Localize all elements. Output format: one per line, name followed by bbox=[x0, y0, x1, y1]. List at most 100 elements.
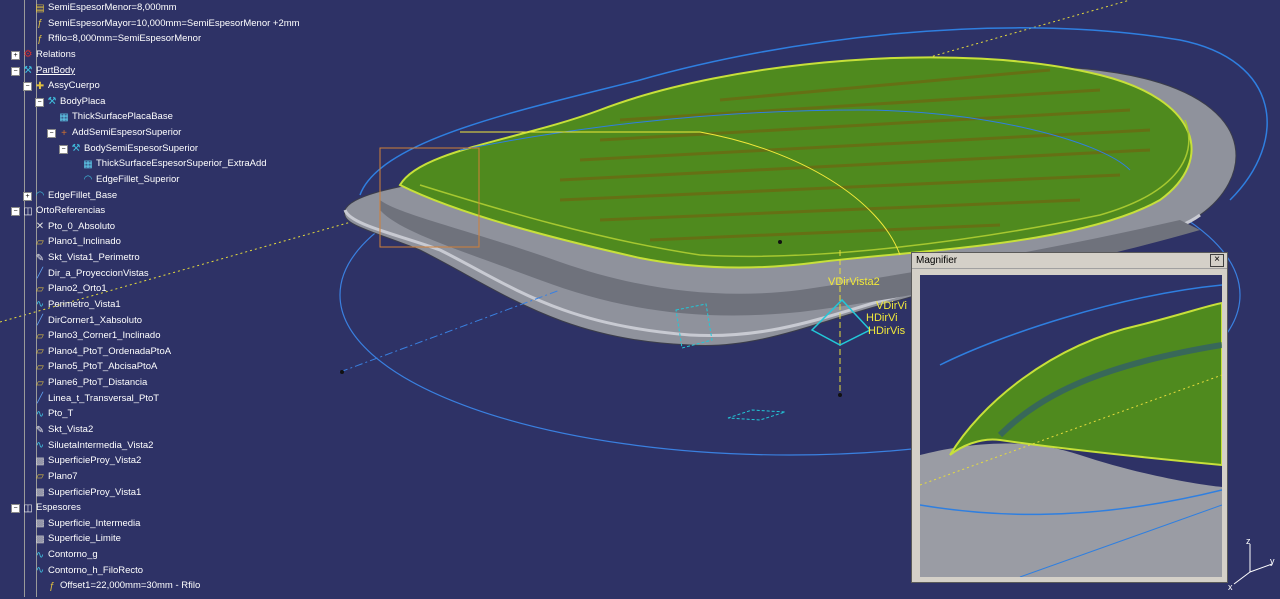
plane-icon: ▱ bbox=[36, 471, 44, 483]
tree-node[interactable]: ▤ SemiEspesorMenor=8,000mm bbox=[34, 1, 176, 15]
tree-node-label: Plano7 bbox=[48, 470, 78, 482]
point-icon: ✕ bbox=[35, 221, 45, 233]
tree-node[interactable]: ▱ Plane6_PtoT_Distancia bbox=[34, 376, 147, 390]
tree-node[interactable]: ∿ Pto_T bbox=[34, 407, 74, 421]
plane-icon: ▱ bbox=[36, 346, 44, 358]
expand-toggle[interactable]: − bbox=[59, 144, 68, 154]
tree-node[interactable]: ∿ Contorno_h_FiloRecto bbox=[34, 564, 143, 578]
axis-y-label: y bbox=[1270, 556, 1275, 566]
tree-node[interactable]: ∿ Perimetro_Vista1 bbox=[34, 298, 121, 312]
tree-node-label: Skt_Vista1_Perimetro bbox=[48, 252, 140, 264]
tree-node-label: ThickSurfacePlacaBase bbox=[72, 111, 173, 123]
tree-node[interactable]: ƒ SemiEspesorMayor=10,000mm=SemiEspesorMe… bbox=[34, 17, 300, 31]
tree-node-label: SiluetaIntermedia_Vista2 bbox=[48, 439, 154, 451]
curve-icon: ∿ bbox=[35, 408, 45, 420]
tree-node-label: AssyCuerpo bbox=[48, 80, 100, 92]
tree-node[interactable]: ⚒ PartBody bbox=[22, 64, 76, 78]
body-icon: ⚒ bbox=[47, 96, 57, 108]
axis-z-label: z bbox=[1246, 536, 1251, 546]
tree-node[interactable]: ▦ ThickSurfacePlacaBase bbox=[58, 110, 173, 124]
curve-icon: ∿ bbox=[35, 299, 45, 311]
tree-node[interactable]: ✎ Skt_Vista1_Perimetro bbox=[34, 251, 140, 265]
tree-node-label: Perimetro_Vista1 bbox=[48, 298, 121, 310]
expand-toggle[interactable]: − bbox=[47, 129, 56, 139]
magnifier-view[interactable] bbox=[920, 275, 1222, 577]
tree-node-label: ThickSurfaceEspesorSuperior_ExtraAdd bbox=[96, 158, 267, 170]
tree-node-label: Plano1_Inclinado bbox=[48, 236, 121, 248]
sketch-icon: ✎ bbox=[35, 252, 45, 264]
plane-icon: ▱ bbox=[36, 236, 44, 248]
tree-node-label: Superficie_Intermedia bbox=[48, 517, 141, 529]
tree-node[interactable]: ╱ Linea_t_Transversal_PtoT bbox=[34, 392, 159, 406]
surface-icon: ▩ bbox=[35, 455, 45, 467]
tree-node-label: AddSemiEspesorSuperior bbox=[72, 127, 182, 139]
plane-icon: ▱ bbox=[36, 283, 44, 295]
vdir-vista2-label: VDirVista2 bbox=[828, 276, 880, 288]
tree-node[interactable]: ◠ EdgeFillet_Base bbox=[34, 189, 118, 203]
tree-node[interactable]: ▩ SuperficieProy_Vista1 bbox=[34, 486, 141, 500]
surface-icon: ▩ bbox=[35, 487, 45, 499]
curve-icon: ∿ bbox=[35, 549, 45, 561]
expand-toggle[interactable]: + bbox=[11, 50, 20, 60]
tree-node-label: EdgeFillet_Superior bbox=[96, 173, 180, 185]
tree-node-label: Contorno_g bbox=[48, 549, 98, 561]
tree-node[interactable]: ƒ Rfilo=8,000mm=SemiEspesorMenor bbox=[34, 32, 201, 46]
magnifier-window[interactable]: Magnifier × bbox=[911, 252, 1228, 583]
tree-node[interactable]: ▱ Plano5_PtoT_AbcisaPtoA bbox=[34, 360, 157, 374]
parameter-icon: ▤ bbox=[35, 2, 45, 14]
tree-node[interactable]: ⚒ BodySemiEspesorSuperior bbox=[70, 142, 199, 156]
edge-fillet-icon: ◠ bbox=[35, 190, 45, 202]
expand-toggle[interactable]: − bbox=[11, 207, 20, 217]
tree-node-label: Contorno_h_FiloRecto bbox=[48, 564, 144, 576]
tree-node[interactable]: ƒ Offset1=22,000mm=30mm - Rfilo bbox=[46, 579, 200, 593]
tree-node[interactable]: ▱ Plano7 bbox=[34, 470, 78, 484]
tree-node[interactable]: ▩ Superficie_Limite bbox=[34, 532, 121, 546]
plane-icon: ▱ bbox=[36, 377, 44, 389]
tree-node[interactable]: ✕ Pto_0_Absoluto bbox=[34, 220, 115, 234]
tree-node-label: OrtoReferencias bbox=[36, 205, 106, 217]
axis-compass-icon[interactable]: z y x bbox=[1228, 536, 1278, 594]
tree-node[interactable]: ◫ OrtoReferencias bbox=[22, 204, 105, 218]
expand-toggle[interactable]: − bbox=[23, 82, 32, 92]
tree-node-label: SemiEspesorMayor=10,000mm=SemiEspesorMen… bbox=[48, 17, 300, 29]
expand-toggle[interactable]: − bbox=[11, 504, 20, 514]
tree-node[interactable]: ⚙ Relations bbox=[22, 48, 76, 62]
tree-node[interactable]: ✎ Skt_Vista2 bbox=[34, 423, 93, 437]
axis-x-label: x bbox=[1228, 582, 1233, 592]
tree-node-label: Relations bbox=[36, 48, 76, 60]
tree-node-label: Dir_a_ProyeccionVistas bbox=[48, 267, 149, 279]
point-marker bbox=[838, 393, 842, 397]
close-button[interactable]: × bbox=[1210, 254, 1224, 267]
assemble-icon: ✚ bbox=[35, 80, 45, 92]
tree-node[interactable]: ╱ DirCorner1_Xabsoluto bbox=[34, 314, 142, 328]
tree-node[interactable]: ⚒ BodyPlaca bbox=[46, 95, 106, 109]
tree-node[interactable]: ◫ Espesores bbox=[22, 501, 81, 515]
formula-icon: ƒ bbox=[49, 580, 55, 592]
tree-node[interactable]: ▱ Plano1_Inclinado bbox=[34, 235, 121, 249]
tree-node[interactable]: ▱ Plano2_Orto1 bbox=[34, 282, 106, 296]
tree-node-label: EdgeFillet_Base bbox=[48, 189, 118, 201]
partbody-icon: ⚒ bbox=[23, 65, 33, 77]
specification-tree[interactable]: ▤ SemiEspesorMenor=8,000mm ƒ SemiEspesorMay… bbox=[0, 0, 320, 597]
tree-node[interactable]: ╱ Dir_a_ProyeccionVistas bbox=[34, 267, 149, 281]
expand-toggle[interactable]: − bbox=[11, 66, 20, 76]
tree-node[interactable]: ∿ Contorno_g bbox=[34, 548, 98, 562]
vdir-label: VDirVi bbox=[876, 300, 907, 312]
line-icon: ╱ bbox=[36, 268, 44, 280]
surface-icon: ▩ bbox=[35, 518, 45, 530]
tree-node[interactable]: ∿ SiluetaIntermedia_Vista2 bbox=[34, 439, 154, 453]
tree-node[interactable]: ▩ Superficie_Intermedia bbox=[34, 517, 140, 531]
tree-node[interactable]: ▱ Plano4_PtoT_OrdenadaPtoA bbox=[34, 345, 171, 359]
edge-fillet-icon: ◠ bbox=[83, 174, 93, 186]
tree-node[interactable]: ✚ AssyCuerpo bbox=[34, 79, 100, 93]
tree-node-label: Pto_T bbox=[48, 408, 74, 420]
expand-toggle[interactable]: + bbox=[23, 191, 32, 201]
line-icon: ╱ bbox=[36, 315, 44, 327]
relations-icon: ⚙ bbox=[23, 49, 33, 61]
tree-node[interactable]: ◠ EdgeFillet_Superior bbox=[82, 173, 180, 187]
tree-node[interactable]: ▦ ThickSurfaceEspesorSuperior_ExtraAdd bbox=[82, 157, 267, 171]
tree-node[interactable]: ▩ SuperficieProy_Vista2 bbox=[34, 454, 141, 468]
tree-node[interactable]: ▱ Plano3_Corner1_Inclinado bbox=[34, 329, 160, 343]
expand-toggle[interactable]: − bbox=[35, 97, 44, 107]
tree-node[interactable]: + AddSemiEspesorSuperior bbox=[58, 126, 181, 140]
